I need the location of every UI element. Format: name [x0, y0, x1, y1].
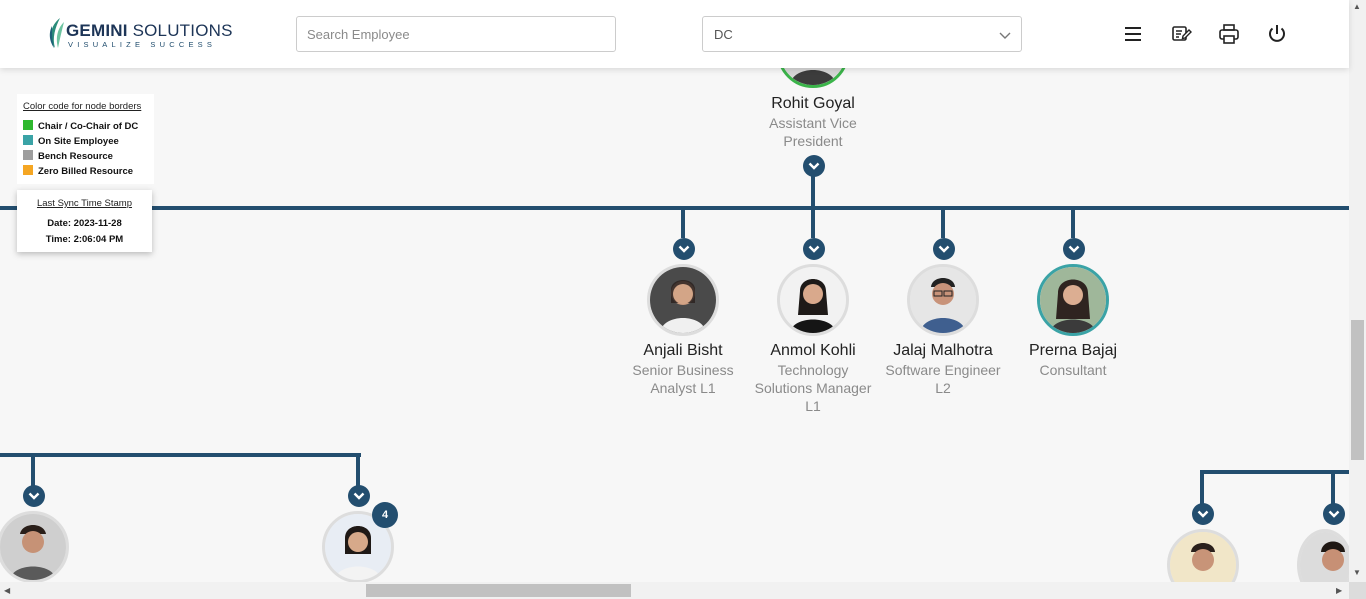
connector-line [811, 175, 815, 208]
chevron-down-icon [1197, 510, 1209, 518]
person-photo-icon [650, 267, 716, 333]
expand-toggle-anmol[interactable] [803, 238, 825, 260]
legend-item-onsite: On Site Employee [23, 135, 119, 147]
app-header: GEMINI SOLUTIONS VISUALIZE SUCCESS DC [0, 0, 1349, 68]
connector-line [811, 208, 815, 238]
chevron-down-icon [678, 245, 690, 253]
scroll-right-icon[interactable]: ▶ [1336, 586, 1342, 595]
connector-line [1071, 208, 1075, 238]
legend-panel: Color code for node borders Chair / Co-C… [17, 94, 154, 184]
child-title: Consultant [1039, 362, 1107, 378]
legend-item-chair: Chair / Co-Chair of DC [23, 120, 138, 132]
child-name: Jalaj Malhotra [893, 342, 993, 359]
logo-wordmark: GEMINI SOLUTIONS [66, 21, 233, 40]
connector-line [941, 208, 945, 238]
edit-note-icon[interactable] [1169, 22, 1193, 46]
connector-line [356, 455, 360, 487]
sync-timestamp-panel: Last Sync Time Stamp Date: 2023-11-28 Ti… [17, 190, 152, 252]
expand-toggle-lower[interactable] [1323, 503, 1345, 525]
child-title: Software Engineer L2 [885, 362, 1001, 396]
gemini-logo[interactable]: GEMINI SOLUTIONS VISUALIZE SUCCESS [46, 16, 232, 52]
sync-date: Date: 2023-11-28 [47, 218, 122, 229]
power-icon[interactable] [1265, 22, 1289, 46]
menu-icon[interactable] [1121, 22, 1145, 46]
color-swatch [23, 150, 33, 160]
legend-title: Color code for node borders [23, 101, 142, 112]
person-photo-icon [780, 267, 846, 333]
chevron-down-icon [808, 162, 820, 170]
color-swatch [23, 165, 33, 175]
child-title: Technology Solutions Manager L1 [754, 362, 872, 414]
connector-line [0, 206, 1349, 210]
sync-title: Last Sync Time Stamp [36, 198, 133, 209]
chevron-down-icon [1328, 510, 1340, 518]
search-employee-input[interactable] [296, 16, 616, 52]
expand-toggle-lower[interactable] [348, 485, 370, 507]
expand-toggle-prerna[interactable] [1063, 238, 1085, 260]
avatar-lower-employee[interactable] [0, 511, 69, 583]
connector-line [1200, 472, 1204, 504]
department-select-value: DC [714, 27, 733, 42]
root-title: Assistant Vice President [769, 115, 857, 149]
scroll-up-icon[interactable]: ▲ [1353, 2, 1361, 11]
child-name: Prerna Bajaj [1028, 342, 1118, 359]
horizontal-scroll-thumb[interactable] [366, 584, 631, 597]
scrollbar-corner [1349, 582, 1366, 599]
connector-line [0, 453, 361, 457]
expand-toggle-lower[interactable] [23, 485, 45, 507]
scroll-down-icon[interactable]: ▼ [1353, 568, 1361, 577]
vertical-scrollbar[interactable]: ▲ ▼ [1349, 0, 1366, 582]
horizontal-scrollbar[interactable]: ◀ ▶ [0, 582, 1349, 599]
chevron-down-icon [938, 245, 950, 253]
department-select[interactable]: DC [702, 16, 1022, 52]
expand-toggle-lower[interactable] [1192, 503, 1214, 525]
expand-toggle-root[interactable] [803, 155, 825, 177]
child-name: Anmol Kohli [770, 342, 856, 359]
avatar-prerna-bajaj[interactable] [1037, 264, 1109, 336]
scroll-left-icon[interactable]: ◀ [4, 586, 10, 595]
person-photo-icon [0, 514, 66, 580]
avatar-anjali-bisht[interactable] [647, 264, 719, 336]
expand-toggle-jalaj[interactable] [933, 238, 955, 260]
child-name: Anjali Bisht [643, 342, 723, 359]
chevron-down-icon [28, 492, 40, 500]
vertical-scroll-thumb[interactable] [1351, 320, 1364, 460]
reportee-count-badge: 4 [372, 502, 398, 528]
color-swatch [23, 120, 33, 130]
connector-line [681, 208, 685, 238]
color-swatch [23, 135, 33, 145]
sync-time: Time: 2:06:04 PM [45, 234, 124, 245]
connector-line [31, 455, 35, 487]
expand-toggle-anjali[interactable] [673, 238, 695, 260]
connector-line [1200, 470, 1349, 474]
connector-line [1331, 472, 1335, 504]
chevron-down-icon [353, 492, 365, 500]
person-photo-icon [1040, 267, 1106, 333]
chevron-down-icon [999, 32, 1011, 39]
person-photo-icon [910, 267, 976, 333]
legend-item-bench: Bench Resource [23, 150, 113, 162]
avatar-jalaj-malhotra[interactable] [907, 264, 979, 336]
avatar-anmol-kohli[interactable] [777, 264, 849, 336]
legend-item-zero-billed: Zero Billed Resource [23, 165, 133, 177]
chevron-down-icon [1068, 245, 1080, 253]
logo-tagline: VISUALIZE SUCCESS [68, 40, 217, 49]
root-name: Rohit Goyal [771, 95, 855, 112]
child-title: Senior Business Analyst L1 [632, 362, 734, 396]
print-icon[interactable] [1217, 22, 1241, 46]
chevron-down-icon [808, 245, 820, 253]
